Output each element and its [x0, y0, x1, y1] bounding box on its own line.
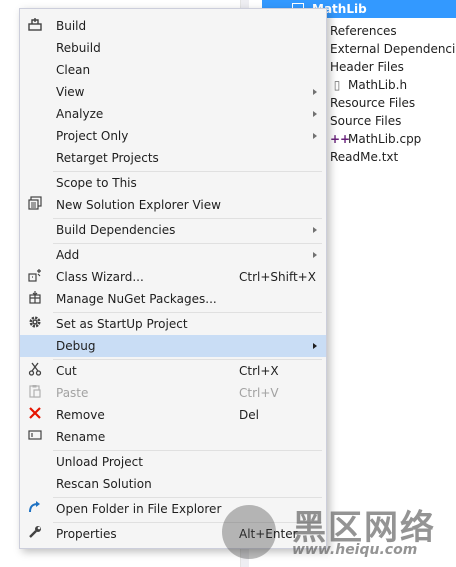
menu-item-rebuild[interactable]: Rebuild — [20, 37, 326, 59]
tree-item-mathlib-h[interactable]: ▯ MathLib.h — [330, 76, 407, 94]
new-window-icon — [26, 196, 44, 214]
wrench-icon — [26, 525, 44, 543]
menu-item-view[interactable]: View — [20, 81, 326, 103]
tree-item-label: External Dependencies — [330, 42, 456, 56]
menu-label: Manage NuGet Packages... — [56, 292, 217, 306]
tree-item-external-dependencies[interactable]: External Dependencies — [330, 40, 456, 58]
menu-item-rename[interactable]: Rename — [20, 426, 326, 448]
menu-label: Clean — [56, 63, 91, 77]
watermark: 黑区网络 www.heiqu.com — [222, 500, 456, 567]
class-wizard-icon — [26, 268, 44, 286]
menu-label: Unload Project — [56, 455, 143, 469]
submenu-arrow-icon — [313, 343, 317, 349]
menu-item-new-solution-explorer-view[interactable]: New Solution Explorer View — [20, 194, 326, 216]
tree-item-resource-files[interactable]: Resource Files — [330, 94, 415, 112]
submenu-arrow-icon — [313, 133, 317, 139]
cpp-file-icon: ++ — [330, 132, 351, 146]
menu-label: Paste — [56, 386, 89, 400]
menu-item-rescan-solution[interactable]: Rescan Solution — [20, 473, 326, 495]
menu-item-manage-nuget[interactable]: Manage NuGet Packages... — [20, 288, 326, 310]
project-context-menu: Build Rebuild Clean View Analyze Project… — [19, 8, 327, 549]
menu-item-debug[interactable]: Debug — [20, 335, 326, 357]
menu-label: Remove — [56, 408, 105, 422]
menu-label: Retarget Projects — [56, 151, 159, 165]
menu-label: Cut — [56, 364, 77, 378]
menu-label: Open Folder in File Explorer — [56, 502, 222, 516]
open-folder-arrow-icon — [26, 500, 44, 518]
menu-label: Set as StartUp Project — [56, 317, 188, 331]
menu-item-set-startup-project[interactable]: Set as StartUp Project — [20, 313, 326, 335]
menu-label: Properties — [56, 527, 117, 541]
menu-item-class-wizard[interactable]: Class Wizard... Ctrl+Shift+X — [20, 266, 326, 288]
menu-item-build[interactable]: Build — [20, 15, 326, 37]
submenu-arrow-icon — [313, 111, 317, 117]
menu-label: Rescan Solution — [56, 477, 152, 491]
shortcut-label: Ctrl+Shift+X — [239, 270, 316, 284]
menu-item-clean[interactable]: Clean — [20, 59, 326, 81]
nuget-package-icon — [26, 290, 44, 308]
clipboard-icon — [26, 384, 44, 402]
tree-item-header-files[interactable]: Header Files — [330, 58, 404, 76]
tree-item-source-files[interactable]: Source Files — [330, 112, 401, 130]
tree-item-label: References — [330, 24, 397, 38]
menu-label: Rename — [56, 430, 106, 444]
menu-item-add[interactable]: Add — [20, 244, 326, 266]
menu-item-cut[interactable]: Cut Ctrl+X — [20, 360, 326, 382]
menu-label: New Solution Explorer View — [56, 198, 221, 212]
tree-item-mathlib-cpp[interactable]: ++MathLib.cpp — [330, 130, 421, 148]
menu-item-build-dependencies[interactable]: Build Dependencies — [20, 219, 326, 241]
watermark-logo-icon — [222, 505, 276, 559]
tree-item-readme[interactable]: ReadMe.txt — [330, 148, 398, 166]
menu-label: Build — [56, 19, 87, 33]
gear-icon — [26, 315, 44, 333]
menu-label: Build Dependencies — [56, 223, 176, 237]
tree-item-label: Resource Files — [330, 96, 416, 110]
menu-label: Rebuild — [56, 41, 101, 55]
tree-item-label: MathLib.h — [348, 78, 408, 92]
menu-item-analyze[interactable]: Analyze — [20, 103, 326, 125]
build-icon — [26, 17, 44, 35]
menu-label: Analyze — [56, 107, 104, 121]
shortcut-label: Del — [239, 408, 259, 422]
scissors-icon — [26, 362, 44, 380]
menu-item-project-only[interactable]: Project Only — [20, 125, 326, 147]
submenu-arrow-icon — [313, 89, 317, 95]
rename-icon — [26, 428, 44, 446]
menu-item-paste[interactable]: Paste Ctrl+V — [20, 382, 326, 404]
tree-item-references[interactable]: References — [330, 22, 397, 40]
menu-label: Add — [56, 248, 80, 262]
menu-label: Debug — [56, 339, 96, 353]
shortcut-label: Ctrl+V — [239, 386, 279, 400]
menu-label: Project Only — [56, 129, 129, 143]
menu-label: View — [56, 85, 85, 99]
menu-item-scope-to-this[interactable]: Scope to This — [20, 172, 326, 194]
shortcut-label: Ctrl+X — [239, 364, 279, 378]
menu-item-retarget-projects[interactable]: Retarget Projects — [20, 147, 326, 169]
menu-item-remove[interactable]: Remove Del — [20, 404, 326, 426]
menu-item-unload-project[interactable]: Unload Project — [20, 451, 326, 473]
tree-item-label: MathLib.cpp — [348, 132, 422, 146]
tree-item-label: ReadMe.txt — [330, 150, 399, 164]
submenu-arrow-icon — [313, 252, 317, 258]
tree-item-label: Header Files — [330, 60, 404, 74]
menu-label: Class Wizard... — [56, 270, 144, 284]
remove-x-icon — [26, 406, 44, 424]
menu-label: Scope to This — [56, 176, 137, 190]
watermark-url: www.heiqu.com — [292, 542, 418, 558]
header-file-icon: ▯ — [333, 78, 341, 92]
submenu-arrow-icon — [313, 227, 317, 233]
tree-item-label: Source Files — [330, 114, 402, 128]
